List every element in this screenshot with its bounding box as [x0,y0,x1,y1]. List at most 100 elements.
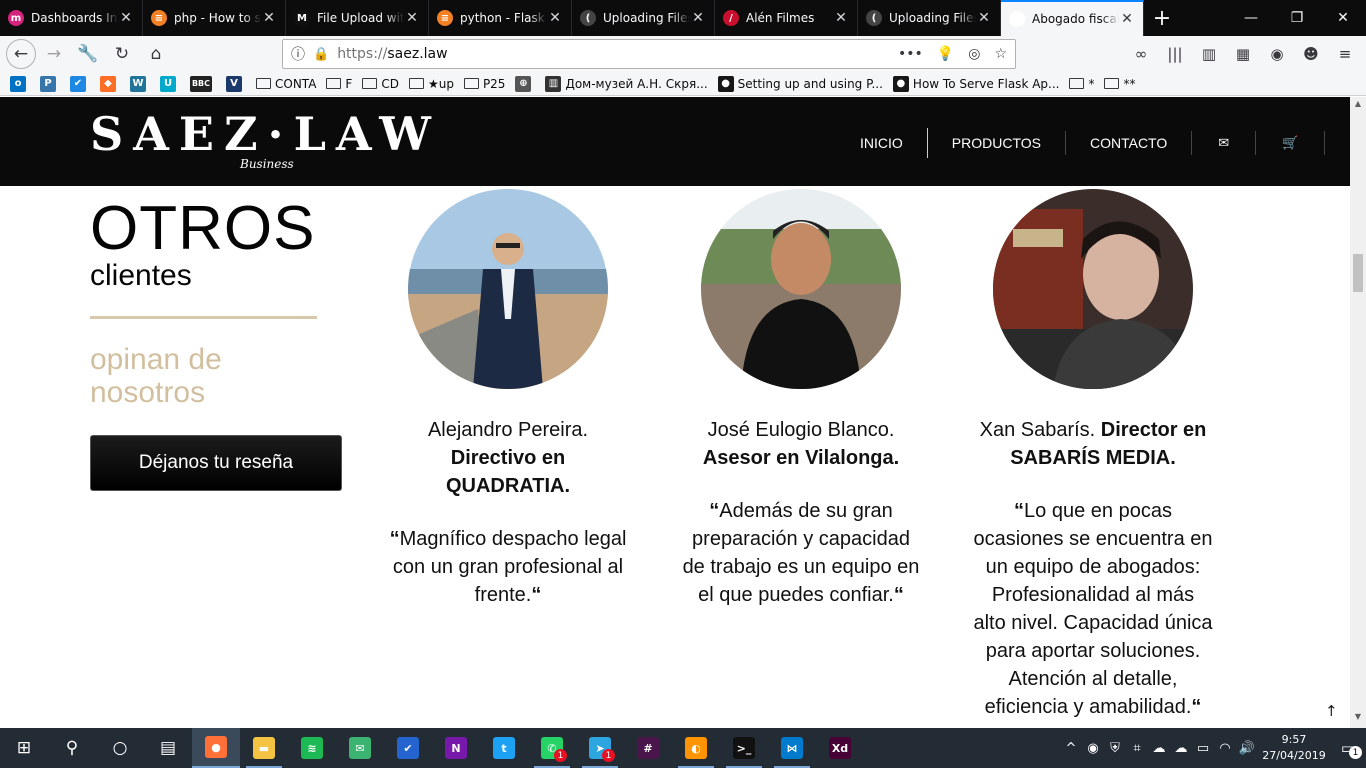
taskbar-explorer-icon[interactable]: ▬ [240,728,288,768]
reload-button[interactable]: ↻ [106,38,138,70]
bookmark-item[interactable]: ◆ [100,75,120,92]
bookmark-folder[interactable]: ★up [408,77,454,91]
site-info-icon[interactable]: ⓘ [291,44,305,64]
taskbar-adobe-xd-icon[interactable]: Xd [816,728,864,768]
close-tab-icon[interactable]: ✕ [404,10,420,26]
tray-icon[interactable]: 🔊 [1236,741,1258,756]
clock-time: 9:57 [1281,733,1307,746]
mail-icon[interactable]: ✉ [1192,131,1257,155]
url-text[interactable]: https://saez.law [337,46,898,62]
bookmark-folder[interactable]: CONTA [256,77,316,91]
page-actions-icon[interactable]: ••• [898,46,923,62]
taskbar-telegram-icon[interactable]: ➤ 1 [576,728,624,768]
close-tab-icon[interactable]: ✕ [833,10,849,26]
leave-review-button[interactable]: Déjanos tu reseña [90,435,342,491]
cart-icon[interactable]: 🛒 [1256,131,1326,155]
bookmark-folder[interactable]: CD [362,77,399,91]
bookmark-item[interactable]: ● Setting up and using P... [717,75,883,92]
browser-tab[interactable]: / Alén Filmes ✕ [715,0,858,36]
browser-tab[interactable]: ≡ php - How to st ✕ [143,0,286,36]
pocket-icon[interactable]: ◎ [968,46,980,62]
taskbar-onenote-icon[interactable]: N [432,728,480,768]
toolbar-icon[interactable]: ▥ [1196,38,1222,70]
close-tab-icon[interactable]: ✕ [118,10,134,26]
bookmark-folder[interactable]: F [326,77,352,91]
taskbar-todo-icon[interactable]: ✔ [384,728,432,768]
taskbar-cortana-icon[interactable]: ○ [96,728,144,768]
taskbar-mail-icon[interactable]: ✉ [336,728,384,768]
site-logo[interactable]: SAEZ·LAW [90,107,441,161]
clock[interactable]: 9:57 27/04/2019 [1258,732,1330,764]
scroll-to-top-icon[interactable]: ↑ [1325,702,1338,720]
bookmark-folder[interactable]: P25 [463,77,505,91]
taskbar-vscode-icon[interactable]: ⋈ [768,728,816,768]
taskbar-search-icon[interactable]: ⚲ [48,728,96,768]
home-button[interactable]: ⌂ [140,38,172,70]
toolbar-icon[interactable]: ☻ [1298,38,1324,70]
browser-tab[interactable]: (Uploading Files ✕ [858,0,1001,36]
maximize-button[interactable]: ❐ [1274,0,1320,36]
toolbar-icon[interactable]: ∞ [1128,38,1154,70]
browser-tab[interactable]: Abogado fiscal Nº 1✕ [1001,0,1144,36]
scroll-down-arrow-icon[interactable]: ▼ [1350,712,1366,726]
nav-inicio[interactable]: INICIO [836,128,928,158]
bookmark-item[interactable]: P [40,75,60,92]
bookmark-folder[interactable]: * [1069,77,1094,91]
lightbulb-icon[interactable]: 💡 [937,46,954,62]
forward-button[interactable]: → [38,38,70,70]
bookmark-item[interactable]: ▥ Дом-музей А.Н. Скря... [545,75,708,92]
tray-icon[interactable]: ☁ [1148,741,1170,756]
close-tab-icon[interactable]: ✕ [261,10,277,26]
bookmark-item[interactable]: U [160,75,180,92]
page-scrollbar[interactable]: ▲ ▼ [1350,97,1366,728]
minimize-button[interactable]: — [1228,0,1274,36]
nav-contacto[interactable]: CONTACTO [1066,131,1193,155]
tray-icon[interactable]: ⛨ [1104,741,1126,756]
close-tab-icon[interactable]: ✕ [690,10,706,26]
new-tab-button[interactable]: + [1144,0,1180,36]
close-tab-icon[interactable]: ✕ [547,10,563,26]
bookmark-item[interactable]: BBC [190,75,216,92]
toolbar-icon[interactable]: ▦ [1230,38,1256,70]
back-button[interactable]: ← [6,39,36,69]
taskbar-slack-icon[interactable]: # [624,728,672,768]
taskbar-task-view-icon[interactable]: ▤ [144,728,192,768]
taskbar-terminal-icon[interactable]: >_ [720,728,768,768]
tray-icon[interactable]: ^ [1060,741,1082,756]
taskbar-spotify-icon[interactable]: ≋ [288,728,336,768]
bookmark-folder[interactable]: ** [1104,77,1135,91]
bookmark-item[interactable]: V [226,75,246,92]
toolbar-icon[interactable]: ≡ [1332,38,1358,70]
bookmark-item[interactable]: ⊕ [515,75,535,92]
bookmark-item[interactable]: W [130,75,150,92]
taskbar-twitter-icon[interactable]: t [480,728,528,768]
bookmark-item[interactable]: ✔ [70,75,90,92]
taskbar-firefox-icon[interactable]: ● [192,728,240,768]
tray-icon[interactable]: ☁ [1170,741,1192,756]
taskbar-firefox-nightly-icon[interactable]: ◐ [672,728,720,768]
url-bar[interactable]: ⓘ 🔒 https://saez.law ••• 💡 ◎ ☆ [282,39,1016,69]
scrollbar-thumb[interactable] [1353,254,1363,292]
tray-icon[interactable]: ▭ [1192,741,1214,756]
bookmark-star-icon[interactable]: ☆ [994,46,1007,62]
toolbar-icon[interactable]: ||| [1162,38,1188,70]
taskbar-whatsapp-icon[interactable]: ✆ 1 [528,728,576,768]
nav-productos[interactable]: PRODUCTOS [928,131,1066,155]
browser-tab[interactable]: (Uploading Files ✕ [572,0,715,36]
close-tab-icon[interactable]: ✕ [1119,11,1135,27]
bookmark-item[interactable]: o [10,75,30,92]
close-tab-icon[interactable]: ✕ [976,10,992,26]
notification-center-icon[interactable]: ▭ 1 [1330,739,1366,759]
tray-icon[interactable]: ⌗ [1126,741,1148,756]
browser-tab[interactable]: m Dashboards Insp✕ [0,0,143,36]
tray-icon[interactable]: ◠ [1214,741,1236,756]
browser-tab[interactable]: M File Upload with ✕ [286,0,429,36]
tools-icon[interactable]: 🔧 [72,38,104,70]
scroll-up-arrow-icon[interactable]: ▲ [1350,99,1366,113]
close-window-button[interactable]: ✕ [1320,0,1366,36]
bookmark-item[interactable]: ● How To Serve Flask Ap... [892,75,1059,92]
toolbar-icon[interactable]: ◉ [1264,38,1290,70]
tray-icon[interactable]: ◉ [1082,741,1104,756]
browser-tab[interactable]: ≡ python - Flask u ✕ [429,0,572,36]
taskbar-start-icon[interactable]: ⊞ [0,728,48,768]
